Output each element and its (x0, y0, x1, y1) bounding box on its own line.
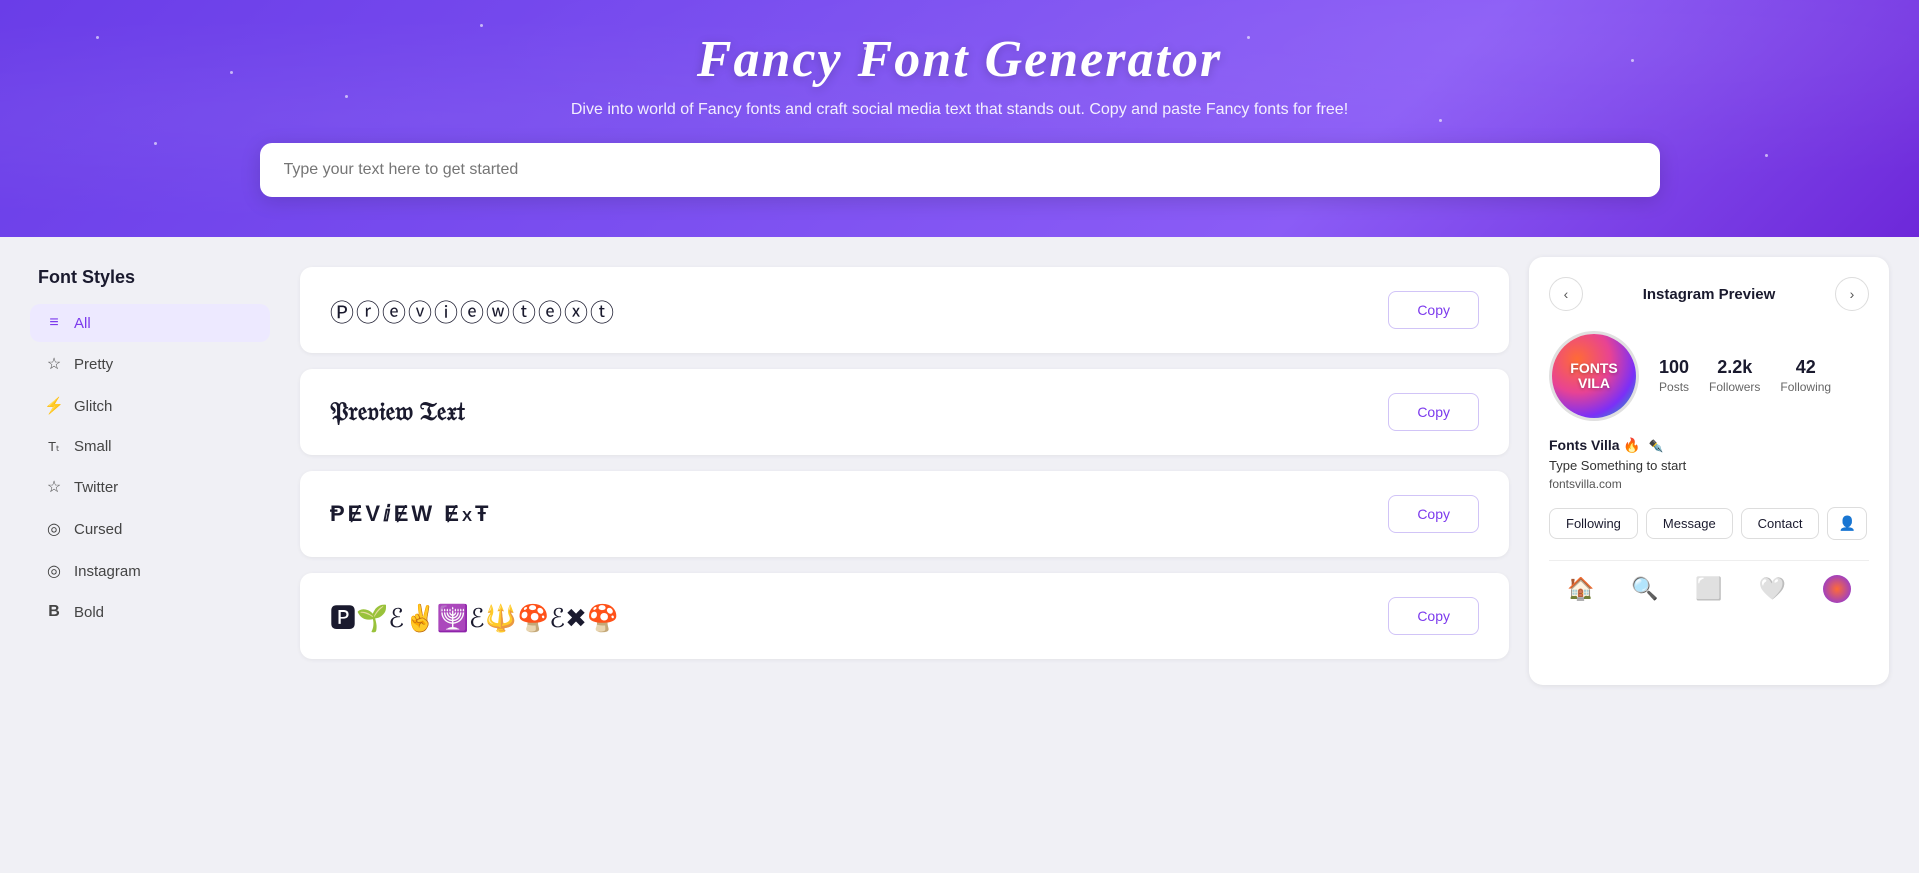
ig-profile-row: FONTSVILA 100 Posts 2.2k Followers 42 Fo… (1549, 331, 1869, 421)
copy-button-4[interactable]: Copy (1388, 597, 1479, 635)
posts-count: 100 (1659, 357, 1689, 378)
avatar: FONTSVILA (1549, 331, 1639, 421)
sidebar-item-cursed[interactable]: ◎ Cursed (30, 509, 270, 549)
font-preview-1: Ⓟⓡⓔⓥⓘⓔⓦⓣⓔⓧⓣ (330, 293, 1388, 328)
instagram-icon: ◎ (44, 561, 64, 581)
bold-icon: B (44, 603, 64, 621)
small-icon: Tₜ (44, 439, 64, 455)
sidebar-item-small[interactable]: Tₜ Small (30, 428, 270, 465)
ig-action-buttons: Following Message Contact 👤 (1549, 507, 1869, 540)
sidebar-label-glitch: Glitch (74, 398, 112, 415)
copy-button-2[interactable]: Copy (1388, 393, 1479, 431)
followers-label: Followers (1709, 380, 1760, 394)
following-count: 42 (1780, 357, 1831, 378)
ig-preview-header: ‹ Instagram Preview › (1549, 277, 1869, 311)
cursed-icon: ◎ (44, 519, 64, 539)
ig-next-button[interactable]: › (1835, 277, 1869, 311)
followers-count: 2.2k (1709, 357, 1760, 378)
sidebar-item-all[interactable]: ≡ All (30, 304, 270, 342)
ig-preview-title: Instagram Preview (1643, 286, 1776, 303)
heart-icon[interactable]: 🤍 (1759, 576, 1786, 602)
ig-stat-following: 42 Following (1780, 357, 1831, 396)
search-icon[interactable]: 🔍 (1631, 576, 1658, 602)
font-card-4: 🅿🌱ℰ✌🕎ℰ🔱🍄ℰ✖🍄 Copy (300, 573, 1509, 659)
sidebar-label-instagram: Instagram (74, 563, 141, 580)
add-person-icon: 👤 (1838, 515, 1855, 531)
instagram-preview-panel: ‹ Instagram Preview › FONTSVILA 100 Post… (1529, 257, 1889, 685)
following-label: Following (1780, 380, 1831, 394)
avatar-text: FONTSVILA (1570, 361, 1617, 392)
username-extra-icon: ✒️ (1649, 439, 1664, 453)
ig-bio: Type Something to start (1549, 458, 1869, 473)
sidebar-item-twitter[interactable]: ☆ Twitter (30, 467, 270, 507)
ig-stats: 100 Posts 2.2k Followers 42 Following (1659, 357, 1831, 396)
pretty-icon: ☆ (44, 354, 64, 374)
sidebar-item-bold[interactable]: B Bold (30, 593, 270, 631)
all-icon: ≡ (44, 314, 64, 332)
header: Fancy Font Generator Dive into world of … (0, 0, 1919, 237)
search-wrap (260, 143, 1660, 197)
font-card-3: ⱣɆVⅈɆW ɆxŦ Copy (300, 471, 1509, 557)
footer-avatar[interactable] (1823, 575, 1851, 603)
ig-link: fontsvilla.com (1549, 477, 1869, 491)
sidebar-label-pretty: Pretty (74, 356, 113, 373)
sidebar-label-twitter: Twitter (74, 479, 118, 496)
contact-button[interactable]: Contact (1741, 508, 1820, 539)
font-card-1: Ⓟⓡⓔⓥⓘⓔⓦⓣⓔⓧⓣ Copy (300, 267, 1509, 353)
font-preview-3: ⱣɆVⅈɆW ɆxŦ (330, 501, 1388, 527)
home-icon[interactable]: 🏠 (1567, 576, 1594, 602)
copy-button-1[interactable]: Copy (1388, 291, 1479, 329)
sidebar: Font Styles ≡ All ☆ Pretty ⚡ Glitch Tₜ S… (20, 257, 280, 685)
font-list: Ⓟⓡⓔⓥⓘⓔⓦⓣⓔⓧⓣ Copy 𝔓𝔯𝔢𝔳𝔦𝔢𝔴 𝔗𝔢𝔵𝔱 Copy ⱣɆVⅈɆ… (280, 257, 1529, 685)
font-preview-2: 𝔓𝔯𝔢𝔳𝔦𝔢𝔴 𝔗𝔢𝔵𝔱 (330, 397, 1388, 428)
twitter-icon: ☆ (44, 477, 64, 497)
text-input[interactable] (260, 143, 1660, 197)
sidebar-title: Font Styles (30, 267, 270, 288)
sidebar-item-glitch[interactable]: ⚡ Glitch (30, 386, 270, 426)
ig-footer: 🏠 🔍 ⬜ 🤍 (1549, 560, 1869, 603)
sidebar-label-bold: Bold (74, 604, 104, 621)
font-preview-4: 🅿🌱ℰ✌🕎ℰ🔱🍄ℰ✖🍄 (330, 598, 1388, 635)
add-post-icon[interactable]: ⬜ (1695, 576, 1722, 602)
add-person-button[interactable]: 👤 (1827, 507, 1866, 540)
message-button[interactable]: Message (1646, 508, 1733, 539)
copy-button-3[interactable]: Copy (1388, 495, 1479, 533)
main-content: Font Styles ≡ All ☆ Pretty ⚡ Glitch Tₜ S… (0, 237, 1919, 705)
font-card-2: 𝔓𝔯𝔢𝔳𝔦𝔢𝔴 𝔗𝔢𝔵𝔱 Copy (300, 369, 1509, 455)
glitch-icon: ⚡ (44, 396, 64, 416)
ig-prev-button[interactable]: ‹ (1549, 277, 1583, 311)
ig-stat-followers: 2.2k Followers (1709, 357, 1760, 396)
ig-username: Fonts Villa 🔥 ✒️ (1549, 437, 1869, 454)
sidebar-label-all: All (74, 315, 91, 332)
sidebar-item-pretty[interactable]: ☆ Pretty (30, 344, 270, 384)
ig-stat-posts: 100 Posts (1659, 357, 1689, 396)
posts-label: Posts (1659, 380, 1689, 394)
page-title: Fancy Font Generator (80, 30, 1839, 89)
sidebar-label-small: Small (74, 438, 112, 455)
sidebar-item-instagram[interactable]: ◎ Instagram (30, 551, 270, 591)
sidebar-label-cursed: Cursed (74, 521, 122, 538)
header-subtitle: Dive into world of Fancy fonts and craft… (80, 101, 1839, 119)
following-button[interactable]: Following (1549, 508, 1638, 539)
